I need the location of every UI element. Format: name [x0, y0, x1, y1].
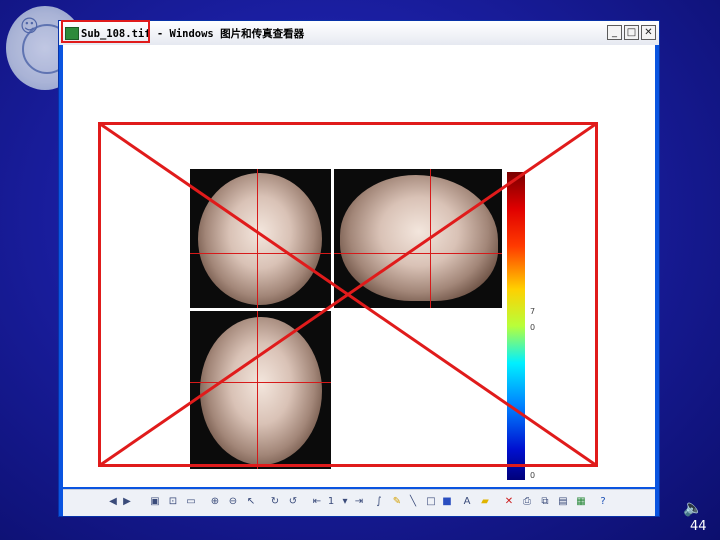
crossed-out-annotation — [98, 122, 598, 467]
rotate-counterclockwise-icon[interactable]: ↺ — [287, 496, 299, 508]
zoom-out-icon[interactable]: ⊖ — [227, 496, 239, 508]
print-icon[interactable]: ⎙ — [521, 496, 533, 508]
best-fit-icon[interactable]: ▣ — [149, 496, 161, 508]
colorbar-label-bottom: 0 — [530, 471, 536, 480]
highlighter-icon[interactable]: ✎ — [391, 496, 403, 508]
minimize-button[interactable]: _ — [607, 25, 622, 40]
title-bar[interactable]: Sub_108.tif - Windows 图片和传真查看器 _ □ ✕ — [59, 20, 659, 45]
speaker-icon[interactable]: 🔈 — [683, 498, 703, 517]
maximize-button[interactable]: □ — [624, 25, 639, 40]
copy-to-icon[interactable]: ⧉ — [539, 496, 551, 508]
note-icon[interactable]: ▰ — [479, 496, 491, 508]
filled-rectangle-icon[interactable]: ■ — [441, 496, 453, 508]
text-annotation-icon[interactable]: A — [461, 496, 473, 508]
pointer-icon[interactable]: ↖ — [245, 496, 257, 508]
rotate-clockwise-icon[interactable]: ↻ — [269, 496, 281, 508]
save-icon[interactable]: ▤ — [557, 496, 569, 508]
freehand-icon[interactable]: ∫ — [373, 496, 385, 508]
slideshow-icon[interactable]: ▭ — [185, 496, 197, 508]
first-page-icon[interactable]: ⇤ — [311, 496, 323, 508]
open-with-icon[interactable]: ▦ — [575, 496, 587, 508]
close-button[interactable]: ✕ — [641, 25, 656, 40]
page-indicator[interactable]: 1 — [326, 496, 336, 508]
last-page-icon[interactable]: ⇥ — [353, 496, 365, 508]
next-image-icon[interactable]: ▶ — [121, 496, 133, 508]
filename-highlight-box — [61, 20, 150, 43]
zoom-in-icon[interactable]: ⊕ — [209, 496, 221, 508]
help-icon[interactable]: ? — [597, 496, 609, 508]
line-icon[interactable]: ╲ — [407, 496, 419, 508]
delete-icon[interactable]: ✕ — [503, 496, 515, 508]
hollow-rectangle-icon[interactable]: □ — [425, 496, 437, 508]
viewer-toolbar: ◀ ▶ ▣ ⊡ ▭ ⊕ ⊖ ↖ ↻ ↺ ⇤ 1 ▾ ⇥ ∫ ✎ ╲ □ ■ A … — [63, 489, 655, 516]
logo-head-icon: ☺ — [20, 16, 39, 37]
page-dropdown-icon[interactable]: ▾ — [339, 496, 351, 508]
previous-image-icon[interactable]: ◀ — [107, 496, 119, 508]
slide-page-number: 44 — [690, 519, 707, 534]
actual-size-icon[interactable]: ⊡ — [167, 496, 179, 508]
